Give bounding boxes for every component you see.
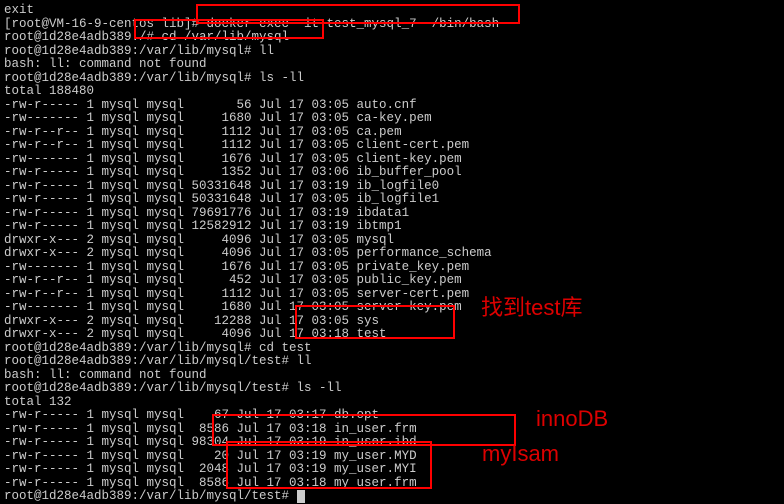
term-line: -rw-r--r-- 1 mysql mysql 1112 Jul 17 03:… [4, 139, 780, 153]
term-prompt: root@1d28e4adb389:/var/lib/mysql/test# [4, 490, 780, 504]
term-line: root@1d28e4adb389:/var/lib/mysql# ls -ll [4, 72, 780, 86]
term-line: -rw------- 1 mysql mysql 1676 Jul 17 03:… [4, 153, 780, 167]
term-line: drwxr-x--- 2 mysql mysql 12288 Jul 17 03… [4, 315, 780, 329]
term-line: -rw-r----- 1 mysql mysql 1352 Jul 17 03:… [4, 166, 780, 180]
term-line: drwxr-x--- 2 mysql mysql 4096 Jul 17 03:… [4, 234, 780, 248]
term-line: total 132 [4, 396, 780, 410]
term-line: -rw-r----- 1 mysql mysql 2048 Jul 17 03:… [4, 463, 780, 477]
term-line: drwxr-x--- 2 mysql mysql 4096 Jul 17 03:… [4, 328, 780, 342]
annotation-innodb: innoDB [536, 412, 608, 426]
term-line: drwxr-x--- 2 mysql mysql 4096 Jul 17 03:… [4, 247, 780, 261]
term-line: root@1d28e4adb389:/var/lib/mysql# cd tes… [4, 342, 780, 356]
term-line: root@1d28e4adb389:/var/lib/mysql# ll [4, 45, 780, 59]
term-line: -rw-r----- 1 mysql mysql 98304 Jul 17 03… [4, 436, 780, 450]
term-line: -rw------- 1 mysql mysql 1680 Jul 17 03:… [4, 301, 780, 315]
term-line: exit [4, 4, 780, 18]
terminal-output[interactable]: exit [root@VM-16-9-centos lib]# docker e… [4, 4, 780, 504]
term-line: root@1d28e4adb389:/var/lib/mysql/test# l… [4, 382, 780, 396]
term-line: -rw-r----- 1 mysql mysql 50331648 Jul 17… [4, 180, 780, 194]
term-line: -rw-r----- 1 mysql mysql 56 Jul 17 03:05… [4, 99, 780, 113]
term-line: -rw-r----- 1 mysql mysql 79691776 Jul 17… [4, 207, 780, 221]
term-line: -rw------- 1 mysql mysql 1676 Jul 17 03:… [4, 261, 780, 275]
term-line: -rw-r----- 1 mysql mysql 67 Jul 17 03:17… [4, 409, 780, 423]
term-line: -rw-r----- 1 mysql mysql 8586 Jul 17 03:… [4, 477, 780, 491]
cursor-icon [297, 490, 305, 503]
annotation-find-test: 找到test库 [481, 301, 582, 315]
term-line: [root@VM-16-9-centos lib]# docker exec -… [4, 18, 780, 32]
term-line: -rw-r--r-- 1 mysql mysql 452 Jul 17 03:0… [4, 274, 780, 288]
term-line: -rw-r--r-- 1 mysql mysql 1112 Jul 17 03:… [4, 126, 780, 140]
term-line: -rw-r----- 1 mysql mysql 20 Jul 17 03:19… [4, 450, 780, 464]
term-line: root@1d28e4adb389:/var/lib/mysql/test# l… [4, 355, 780, 369]
term-line: bash: ll: command not found [4, 58, 780, 72]
term-line: -rw------- 1 mysql mysql 1680 Jul 17 03:… [4, 112, 780, 126]
annotation-myisam: myIsam [482, 447, 559, 461]
term-line: -rw-r----- 1 mysql mysql 12582912 Jul 17… [4, 220, 780, 234]
term-line: -rw-r--r-- 1 mysql mysql 1112 Jul 17 03:… [4, 288, 780, 302]
term-line: root@1d28e4adb389:/# cd /var/lib/mysql [4, 31, 780, 45]
term-line: total 188480 [4, 85, 780, 99]
term-line: bash: ll: command not found [4, 369, 780, 383]
term-line: -rw-r----- 1 mysql mysql 8586 Jul 17 03:… [4, 423, 780, 437]
term-line: -rw-r----- 1 mysql mysql 50331648 Jul 17… [4, 193, 780, 207]
